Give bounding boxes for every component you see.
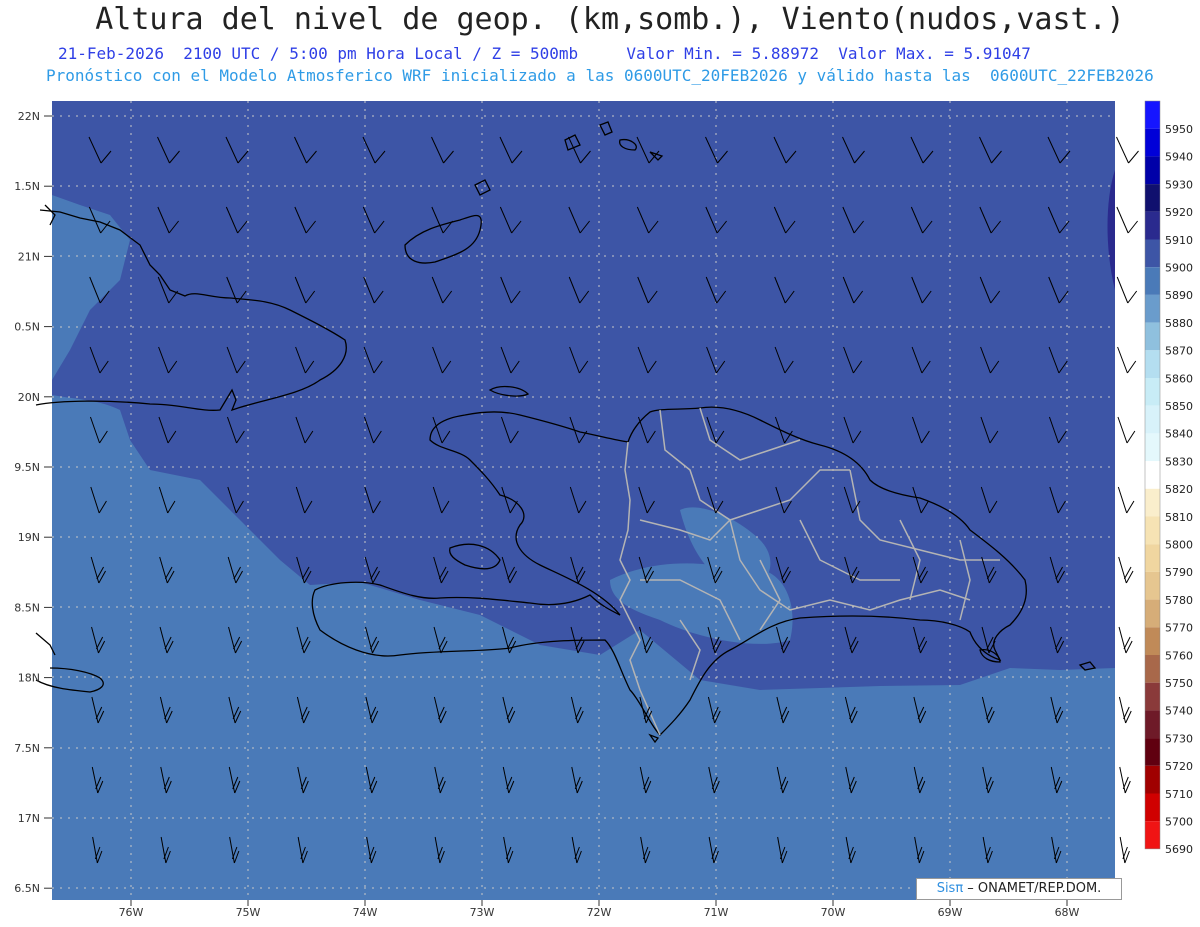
color-scale-bar: 5950 5940 5930 5920 5910 5900 5890 5880 5870 5860… bbox=[1144, 100, 1193, 856]
colorbar-label: 5790 bbox=[1165, 566, 1193, 579]
lon-label: 69W bbox=[938, 906, 963, 919]
colorbar-label: 5850 bbox=[1165, 400, 1193, 413]
wind-barb-staff bbox=[1118, 556, 1127, 584]
colorbar-label: 5800 bbox=[1165, 539, 1193, 552]
credit-text: – ONAMET/REP.DOM. bbox=[963, 881, 1102, 896]
wind-barb-staff bbox=[1117, 486, 1128, 514]
lat-label: 19N bbox=[18, 531, 40, 544]
wind-barb-flag bbox=[1126, 360, 1137, 374]
lon-label: 70W bbox=[821, 906, 846, 919]
colorbar-label: 5740 bbox=[1165, 705, 1193, 718]
colorbar-swatch bbox=[1145, 627, 1160, 655]
colorbar-label: 5830 bbox=[1165, 455, 1193, 468]
lon-label: 76W bbox=[119, 906, 144, 919]
colorbar-label: 5860 bbox=[1165, 372, 1193, 385]
colorbar-swatch bbox=[1145, 322, 1160, 351]
lat-label: 20N bbox=[18, 391, 40, 404]
colorbar-label: 5780 bbox=[1165, 594, 1193, 607]
lon-label: 73W bbox=[470, 906, 495, 919]
colorbar-label: 5920 bbox=[1165, 206, 1193, 219]
colorbar-label: 5900 bbox=[1165, 262, 1193, 275]
lat-label: 8.5N bbox=[14, 601, 40, 614]
colorbar-swatch bbox=[1145, 294, 1160, 323]
colorbar-label: 5750 bbox=[1165, 677, 1193, 690]
colorbar-swatch bbox=[1145, 793, 1160, 822]
lon-label: 71W bbox=[704, 906, 729, 919]
lat-label: 18N bbox=[18, 672, 40, 685]
lat-label: 17N bbox=[18, 812, 40, 825]
wind-barb-staff bbox=[1116, 206, 1129, 234]
colorbar-swatch bbox=[1145, 599, 1160, 628]
lat-label: 6.5N bbox=[14, 882, 40, 895]
wind-barb-flag bbox=[1127, 220, 1138, 234]
lon-label: 74W bbox=[353, 906, 378, 919]
lat-label: 7.5N bbox=[14, 742, 40, 755]
wind-barb-staff bbox=[1118, 626, 1127, 654]
colorbar-swatch bbox=[1145, 378, 1160, 406]
wind-barb-staff bbox=[1117, 416, 1128, 444]
colorbar-label: 5700 bbox=[1165, 816, 1193, 829]
colorbar-swatch bbox=[1145, 682, 1160, 711]
colorbar-label: 5840 bbox=[1165, 428, 1193, 441]
colorbar-label: 5870 bbox=[1165, 345, 1193, 358]
lat-label: 22N bbox=[18, 110, 40, 123]
colorbar-swatch bbox=[1145, 821, 1160, 849]
colorbar-swatch bbox=[1145, 405, 1160, 434]
wind-barb-staff bbox=[1116, 136, 1129, 164]
colorbar-label: 5890 bbox=[1165, 289, 1193, 302]
colorbar-swatch bbox=[1145, 267, 1160, 295]
colorbar-swatch bbox=[1145, 516, 1160, 545]
wind-barb-flag bbox=[1127, 290, 1138, 304]
colorbar-label: 5880 bbox=[1165, 317, 1193, 330]
wind-barb-staff bbox=[1117, 346, 1128, 374]
colorbar-swatch bbox=[1145, 738, 1160, 766]
wind-barb-staff bbox=[1116, 276, 1129, 304]
colorbar-swatch bbox=[1145, 655, 1160, 683]
lon-label: 68W bbox=[1055, 906, 1080, 919]
lat-label: 0.5N bbox=[14, 321, 40, 334]
colorbar-label: 5770 bbox=[1165, 622, 1193, 635]
colorbar-label: 5940 bbox=[1165, 151, 1193, 164]
colorbar-label: 5760 bbox=[1165, 649, 1193, 662]
colorbar-swatch bbox=[1145, 544, 1160, 572]
colorbar-label: 5950 bbox=[1165, 123, 1193, 136]
lat-label: 21N bbox=[18, 250, 40, 263]
credit-box: Sisπ – ONAMET/REP.DOM. bbox=[916, 878, 1122, 900]
colorbar-label: 5710 bbox=[1165, 788, 1193, 801]
wind-barb-flag bbox=[1126, 430, 1136, 444]
longitude-labels: 76W 75W 74W 73W 72W 71W 70W 69W 68W bbox=[119, 900, 1080, 919]
wind-barb-staff bbox=[1119, 766, 1126, 794]
colorbar-label: 5810 bbox=[1165, 511, 1193, 524]
colorbar-swatch bbox=[1145, 184, 1160, 212]
lon-label: 75W bbox=[236, 906, 261, 919]
wind-barb-staff bbox=[1119, 836, 1126, 864]
colorbar-label: 5910 bbox=[1165, 234, 1193, 247]
colorbar-swatch bbox=[1145, 128, 1160, 157]
colorbar-swatch bbox=[1145, 765, 1160, 794]
colorbar-swatch bbox=[1145, 488, 1160, 517]
colorbar-swatch bbox=[1145, 156, 1160, 185]
wind-barb-flag bbox=[1126, 500, 1135, 514]
colorbar-label: 5730 bbox=[1165, 732, 1193, 745]
sispi-logo: Sisπ bbox=[936, 881, 964, 896]
wind-barb-staff bbox=[1118, 696, 1127, 724]
colorbar-label: 5690 bbox=[1165, 843, 1193, 856]
lat-label: 1.5N bbox=[14, 180, 40, 193]
latitude-labels: 22N 1.5N 21N 0.5N 20N 9.5N 19N 8.5N 18N 7.5N 17N 6.… bbox=[14, 110, 52, 895]
colorbar-label: 5720 bbox=[1165, 760, 1193, 773]
lon-label: 72W bbox=[587, 906, 612, 919]
colorbar-swatch bbox=[1145, 461, 1160, 489]
colorbar-swatch bbox=[1145, 239, 1160, 268]
colorbar-swatch bbox=[1145, 710, 1160, 739]
wind-barb-flag bbox=[1128, 150, 1139, 164]
colorbar-label: 5820 bbox=[1165, 483, 1193, 496]
colorbar-swatch bbox=[1145, 211, 1160, 240]
lat-label: 9.5N bbox=[14, 461, 40, 474]
colorbar-swatch bbox=[1145, 571, 1160, 600]
colorbar-swatch bbox=[1145, 433, 1160, 462]
forecast-map: 22N 1.5N 21N 0.5N 20N 9.5N 19N 8.5N 18N 7.5N 17N 6.… bbox=[14, 100, 1193, 919]
colorbar-swatch bbox=[1145, 350, 1160, 378]
colorbar-swatch bbox=[1145, 101, 1160, 129]
colorbar-label: 5930 bbox=[1165, 178, 1193, 191]
